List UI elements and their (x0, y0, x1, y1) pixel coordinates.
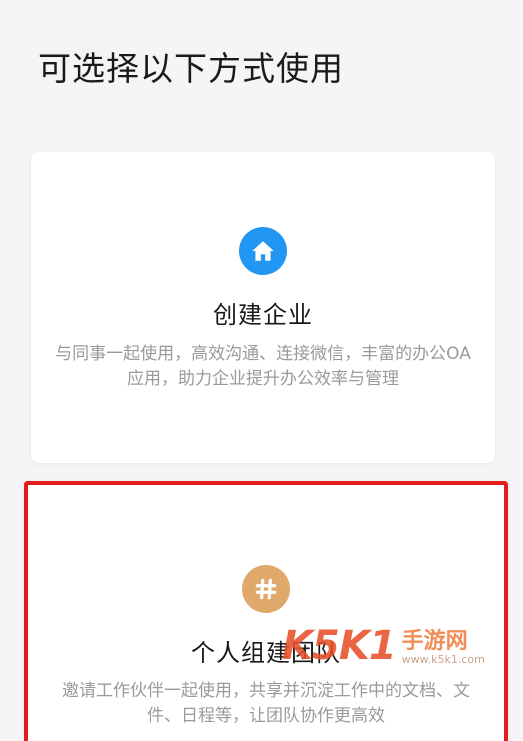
home-icon (239, 227, 287, 275)
create-enterprise-title: 创建企业 (213, 301, 313, 329)
page-title: 可选择以下方式使用 (38, 49, 344, 88)
personal-team-card[interactable]: 个人组建团队 邀请工作伙伴一起使用，共享并沉淀工作中的文档、文件、日程等，让团队… (24, 481, 508, 741)
personal-team-title: 个人组建团队 (191, 639, 341, 667)
personal-team-description: 邀请工作伙伴一起使用，共享并沉淀工作中的文档、文件、日程等，让团队协作更高效 (62, 681, 470, 726)
home-icon-glyph (252, 241, 274, 261)
hash-icon (242, 565, 290, 613)
create-enterprise-description: 与同事一起使用，高效沟通、连接微信，丰富的办公OA应用，助力企业提升办公效率与管… (55, 344, 471, 389)
hash-icon-glyph (255, 578, 277, 600)
create-enterprise-card[interactable]: 创建企业 与同事一起使用，高效沟通、连接微信，丰富的办公OA应用，助力企业提升办… (31, 152, 495, 463)
